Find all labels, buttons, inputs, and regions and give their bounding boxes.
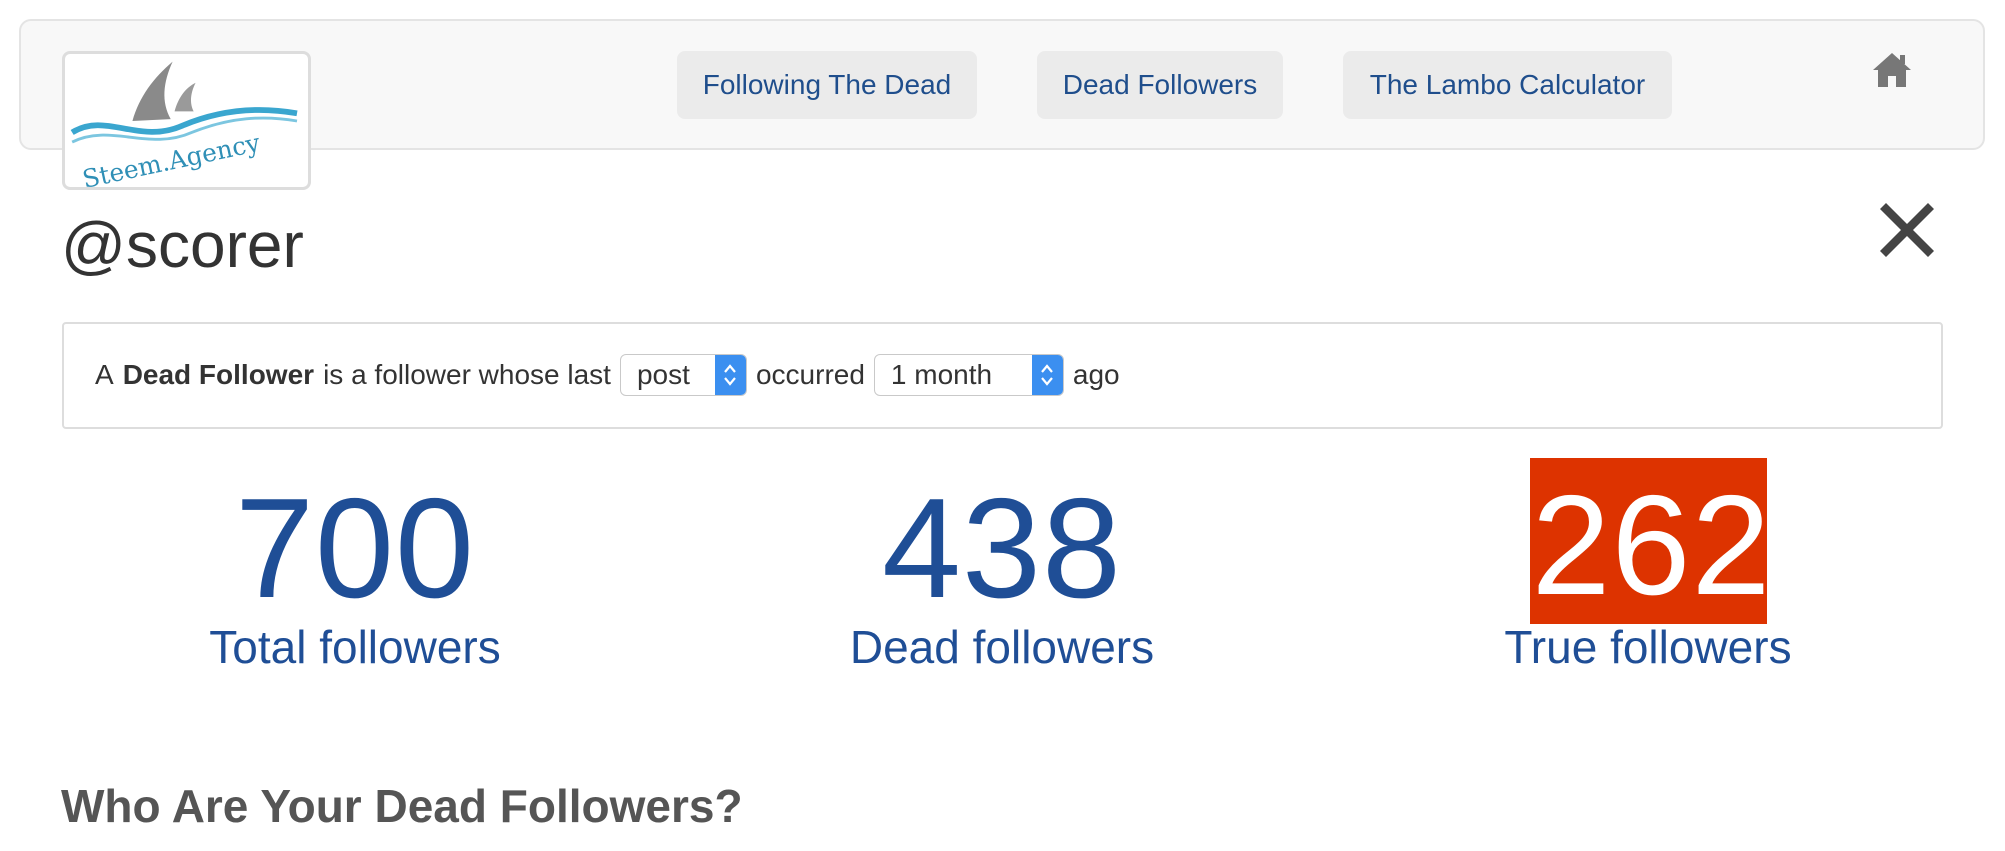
stat-value-highlighted: 262 bbox=[1529, 458, 1770, 625]
close-icon[interactable] bbox=[1876, 199, 1938, 261]
profile-username: @scorer bbox=[61, 209, 304, 281]
stat-total-followers: 700 Total followers bbox=[155, 469, 555, 674]
definition-middle: is a follower whose last bbox=[323, 359, 611, 390]
section-title: Who Are Your Dead Followers? bbox=[61, 780, 743, 832]
stat-dead-followers: 438 Dead followers bbox=[802, 469, 1202, 674]
stat-value: 700 bbox=[235, 469, 475, 628]
definition-prefix: A bbox=[95, 359, 114, 390]
definition-sentence: A Dead Follower is a follower whose last… bbox=[95, 354, 1120, 396]
definition-term: Dead Follower bbox=[122, 359, 315, 390]
definition-panel: A Dead Follower is a follower whose last… bbox=[62, 322, 1943, 429]
activity-select[interactable]: post bbox=[619, 354, 747, 396]
definition-suffix: ago bbox=[1072, 359, 1120, 390]
stat-value: 438 bbox=[882, 469, 1122, 628]
activity-select-value: post bbox=[636, 359, 690, 390]
svg-text:Steem.Agency: Steem.Agency bbox=[80, 128, 263, 187]
stat-label: Total followers bbox=[209, 621, 501, 673]
site-logo[interactable]: Steem.Agency bbox=[62, 51, 311, 190]
navbar bbox=[19, 19, 1985, 150]
select-arrows-icon bbox=[714, 355, 746, 395]
period-select-value: 1 month bbox=[890, 359, 993, 390]
stat-label: True followers bbox=[1504, 621, 1792, 673]
home-icon[interactable] bbox=[1871, 50, 1913, 90]
period-select[interactable]: 1 month bbox=[873, 354, 1064, 396]
nav-lambo-calculator[interactable]: The Lambo Calculator bbox=[1343, 51, 1672, 119]
nav-dead-followers[interactable]: Dead Followers bbox=[1037, 51, 1283, 119]
nav-following-the-dead[interactable]: Following The Dead bbox=[677, 51, 977, 119]
select-arrows-icon bbox=[1031, 355, 1063, 395]
stat-label: Dead followers bbox=[849, 621, 1155, 673]
definition-occurred: occurred bbox=[755, 359, 865, 390]
stat-true-followers: 262 True followers bbox=[1448, 458, 1848, 673]
logo-image: Steem.Agency bbox=[70, 61, 298, 187]
